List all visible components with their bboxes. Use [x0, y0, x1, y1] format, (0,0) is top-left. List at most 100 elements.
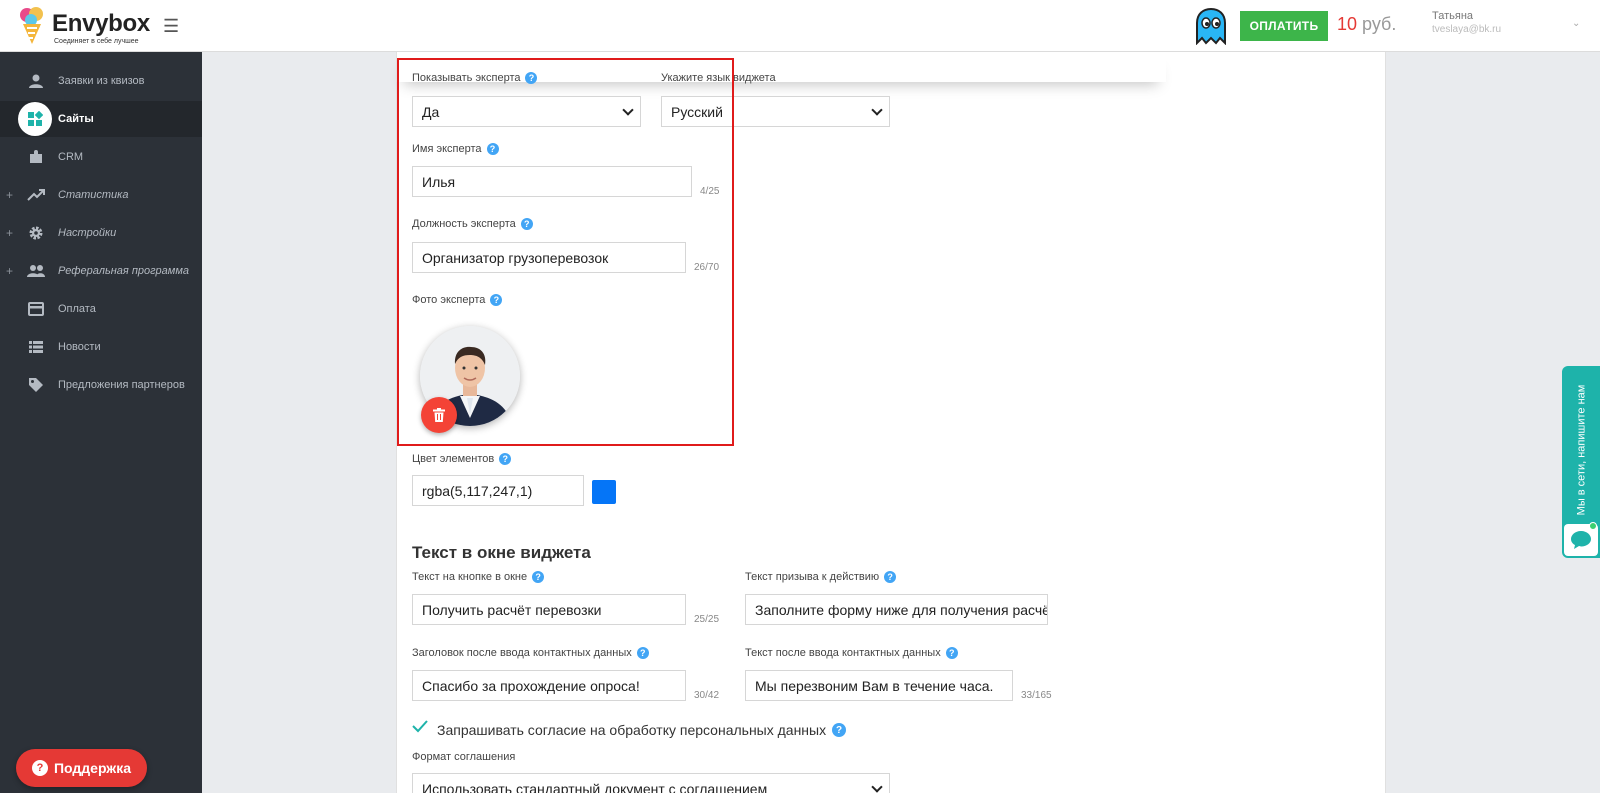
sidebar-item-news[interactable]: Новости — [0, 329, 202, 365]
expert-position-input[interactable]: Организатор грузоперевозок — [412, 242, 686, 273]
list-icon — [26, 337, 46, 357]
after-contact-title-value: Спасибо за прохождение опроса! — [422, 677, 640, 694]
color-label-text: Цвет элементов — [412, 453, 495, 465]
section-title: Текст в окне виджета — [412, 543, 591, 562]
sidebar-item-payment[interactable]: Оплата — [0, 291, 202, 327]
help-icon[interactable]: ? — [486, 143, 499, 155]
agreement-format-label: Формат соглашения — [412, 751, 515, 763]
help-icon[interactable]: ? — [525, 72, 538, 84]
after-contact-text-counter: 33/165 — [1021, 690, 1052, 701]
help-icon[interactable]: ? — [520, 218, 533, 230]
logo[interactable]: Envybox Соединяет в себе лучшее — [18, 6, 178, 48]
support-button[interactable]: ? Поддержка — [16, 749, 147, 787]
expert-name-label-text: Имя эксперта — [412, 143, 482, 155]
menu-toggle-icon[interactable]: ☰ — [163, 16, 179, 37]
ghost-mascot-icon[interactable] — [1194, 7, 1228, 45]
cta-value: Заполните форму ниже для получения расчё — [755, 601, 1048, 618]
after-contact-text-label-text: Текст после ввода контактных данных — [745, 647, 941, 659]
button-text-input[interactable]: Получить расчёт перевозки — [412, 594, 686, 625]
sidebar-item-referral[interactable]: + Реферальная программа — [0, 253, 202, 289]
color-label: Цвет элементов ? — [412, 453, 512, 465]
agreement-format-value: Использовать стандартный документ с согл… — [422, 780, 768, 793]
help-icon[interactable]: ? — [945, 647, 958, 659]
user-email: tveslaya@bk.ru — [1432, 24, 1502, 35]
sidebar-item-statistics[interactable]: + Статистика — [0, 177, 202, 213]
pay-button[interactable]: ОПЛАТИТЬ — [1240, 11, 1328, 41]
help-icon[interactable]: ? — [532, 571, 545, 583]
sidebar-item-label: Новости — [58, 341, 101, 353]
sidebar-item-label: CRM — [58, 151, 84, 163]
sidebar-item-settings[interactable]: + Настройки — [0, 215, 202, 251]
sidebar-item-label: Оплата — [58, 303, 96, 315]
after-contact-title-input[interactable]: Спасибо за прохождение опроса! — [412, 670, 686, 701]
expand-plus-icon[interactable]: + — [6, 188, 13, 202]
language-value: Русский — [671, 103, 723, 120]
expert-position-counter: 26/70 — [694, 262, 720, 273]
sidebar-item-partner-offers[interactable]: Предложения партнеров — [0, 367, 202, 403]
expert-position-value: Организатор грузоперевозок — [422, 249, 609, 266]
gear-icon — [26, 223, 46, 243]
sidebar-item-label: Предложения партнеров — [58, 379, 185, 391]
after-contact-title-label: Заголовок после ввода контактных данных … — [412, 647, 649, 659]
expert-photo-label: Фото эксперта ? — [412, 294, 503, 306]
puzzle-icon — [26, 147, 46, 167]
sidebar-item-label: Реферальная программа — [58, 265, 189, 277]
cta-label: Текст призыва к действию ? — [745, 571, 897, 583]
sidebar-item-label: Настройки — [58, 227, 117, 239]
after-contact-text-label: Текст после ввода контактных данных ? — [745, 647, 958, 659]
top-header: Envybox Соединяет в себе лучшее ☰ ОПЛАТИ… — [0, 0, 1600, 52]
button-text-label-text: Текст на кнопке в окне — [412, 571, 528, 583]
show-expert-value: Да — [422, 103, 440, 120]
language-label-text: Укажите язык виджета — [661, 72, 776, 84]
consent-label-text: Запрашивать согласие на обработку персон… — [437, 722, 827, 738]
expand-plus-icon[interactable]: + — [6, 264, 13, 278]
sidebar-item-quiz-leads[interactable]: Заявки из квизов — [0, 63, 202, 99]
sidebar-item-label: Сайты — [58, 113, 94, 125]
chevron-down-icon — [622, 104, 634, 116]
chevron-down-icon[interactable]: ⌄ — [1572, 18, 1580, 29]
cta-input[interactable]: Заполните форму ниже для получения расчё — [745, 594, 1048, 625]
agreement-format-select[interactable]: Использовать стандартный документ с согл… — [412, 773, 890, 793]
expert-position-label-text: Должность эксперта — [412, 218, 516, 230]
sidebar-item-crm[interactable]: CRM — [0, 139, 202, 175]
color-swatch[interactable] — [592, 480, 616, 504]
online-chat-widget[interactable]: Мы в сети, напишите нам — [1562, 366, 1600, 558]
chevron-down-icon — [871, 781, 883, 793]
user-menu[interactable]: Татьяна tveslaya@bk.ru — [1432, 10, 1501, 36]
help-icon[interactable]: ? — [499, 453, 512, 465]
consent-checkbox-label[interactable]: Запрашивать согласие на обработку персон… — [437, 722, 847, 738]
help-icon[interactable]: ? — [832, 723, 847, 737]
sidebar-item-sites[interactable]: Сайты — [0, 101, 202, 137]
expand-plus-icon[interactable]: + — [6, 226, 13, 240]
after-contact-text-value: Мы перезвоним Вам в течение часа. — [755, 677, 994, 694]
question-icon: ? — [31, 760, 48, 776]
expert-name-label: Имя эксперта ? — [412, 143, 499, 155]
consent-checkbox-checkmark-icon[interactable] — [412, 719, 428, 733]
chat-widget-label: Мы в сети, напишите нам — [1575, 384, 1587, 516]
after-contact-text-input[interactable]: Мы перезвоним Вам в течение часа. — [745, 670, 1013, 701]
balance: 10 руб. — [1337, 14, 1396, 35]
button-text-counter: 25/25 — [694, 614, 720, 625]
user-name: Татьяна — [1432, 10, 1474, 22]
expert-name-value: Илья — [422, 173, 456, 190]
delete-photo-button[interactable] — [421, 397, 457, 433]
logo-tagline: Соединяет в себе лучшее — [54, 38, 139, 45]
help-icon[interactable]: ? — [636, 647, 649, 659]
help-icon[interactable]: ? — [884, 571, 897, 583]
show-expert-select[interactable]: Да — [412, 96, 641, 127]
logo-name: Envybox — [52, 10, 150, 37]
sidebar-item-label: Статистика — [58, 189, 129, 201]
color-value: rgba(5,117,247,1) — [422, 482, 533, 499]
trending-icon — [26, 185, 46, 205]
help-icon[interactable]: ? — [490, 294, 503, 306]
color-input[interactable]: rgba(5,117,247,1) — [412, 475, 584, 506]
support-button-label: Поддержка — [53, 760, 132, 776]
balance-currency: руб. — [1362, 14, 1397, 34]
trash-icon — [433, 408, 445, 422]
language-select[interactable]: Русский — [661, 96, 890, 127]
expert-name-input[interactable]: Илья — [412, 166, 692, 197]
expert-name-counter: 4/25 — [700, 186, 720, 197]
sidebar-item-label: Заявки из квизов — [58, 75, 145, 87]
expert-position-label: Должность эксперта ? — [412, 218, 533, 230]
online-status-dot — [1589, 522, 1597, 530]
